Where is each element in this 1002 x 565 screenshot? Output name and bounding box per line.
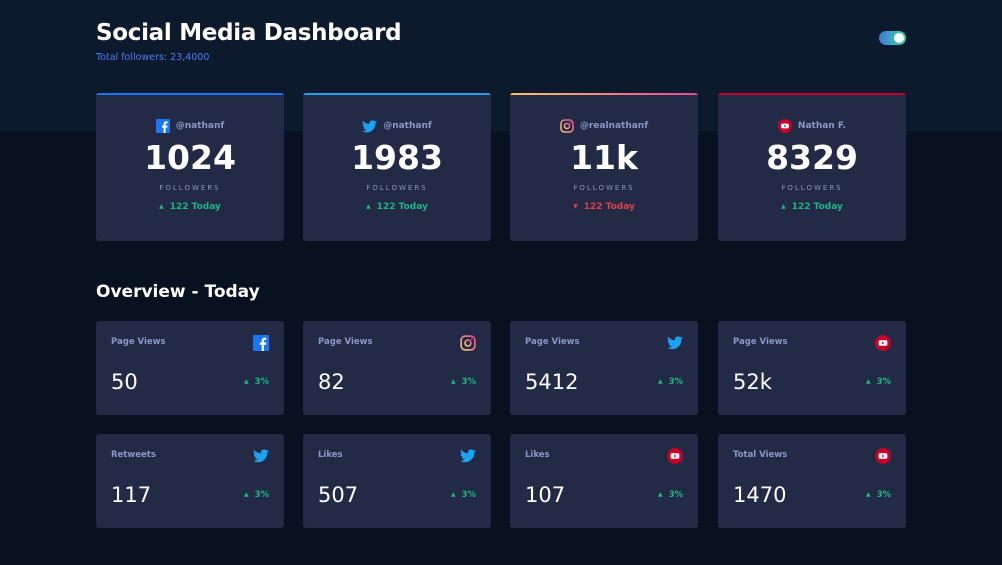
metric-value: 52k bbox=[733, 370, 772, 394]
metric-label: Likes bbox=[318, 450, 343, 460]
overview-card[interactable]: Page Views 5412 ▲ 3% bbox=[510, 321, 698, 415]
metric-value: 82 bbox=[318, 370, 345, 394]
follower-count: 8329 bbox=[766, 138, 858, 177]
follower-count: 1024 bbox=[144, 138, 236, 177]
metric-value: 507 bbox=[318, 483, 359, 507]
followers-card-instagram[interactable]: @realnathanf 11k FOLLOWERS ▼ 122 Today bbox=[510, 93, 698, 241]
metric-change: 3% bbox=[668, 377, 683, 387]
overview-card[interactable]: Page Views 52k ▲ 3% bbox=[718, 321, 906, 415]
arrow-up-icon: ▲ bbox=[865, 378, 871, 385]
metric-value: 5412 bbox=[525, 370, 579, 394]
metric-label: Page Views bbox=[111, 337, 166, 347]
page-title: Social Media Dashboard bbox=[96, 20, 402, 46]
follower-count: 11k bbox=[570, 138, 638, 177]
metric-value: 117 bbox=[111, 483, 152, 507]
followers-row: @nathanf 1024 FOLLOWERS ▲ 122 Today @nath… bbox=[96, 93, 906, 241]
youtube-icon bbox=[875, 335, 891, 351]
followers-label: FOLLOWERS bbox=[781, 184, 843, 192]
metric-value: 50 bbox=[111, 370, 138, 394]
metric-change: 3% bbox=[876, 377, 891, 387]
overview-card[interactable]: Retweets 117 ▲ 3% bbox=[96, 434, 284, 528]
metric-value: 107 bbox=[525, 483, 566, 507]
arrow-up-icon: ▲ bbox=[781, 203, 786, 210]
metric-change: 3% bbox=[254, 490, 269, 500]
card-accent-strip bbox=[718, 93, 906, 95]
overview-card[interactable]: Likes 107 ▲ 3% bbox=[510, 434, 698, 528]
arrow-up-icon: ▲ bbox=[243, 491, 249, 498]
arrow-up-icon: ▲ bbox=[243, 378, 249, 385]
youtube-icon bbox=[667, 448, 683, 464]
handle[interactable]: @nathanf bbox=[383, 121, 432, 131]
youtube-icon bbox=[777, 119, 792, 133]
metric-label: Likes bbox=[525, 450, 550, 460]
metric-label: Page Views bbox=[525, 337, 580, 347]
followers-card-facebook[interactable]: @nathanf 1024 FOLLOWERS ▲ 122 Today bbox=[96, 93, 284, 241]
overview-card[interactable]: Page Views 82 ▲ 3% bbox=[303, 321, 491, 415]
dark-mode-toggle[interactable] bbox=[879, 31, 906, 45]
instagram-icon bbox=[460, 335, 476, 351]
facebook-icon bbox=[253, 335, 269, 351]
twitter-icon bbox=[253, 448, 269, 464]
arrow-up-icon: ▲ bbox=[657, 491, 663, 498]
today-change: 122 Today bbox=[583, 202, 635, 212]
handle[interactable]: @nathanf bbox=[176, 121, 225, 131]
followers-card-youtube[interactable]: Nathan F. 8329 FOLLOWERS ▲ 122 Today bbox=[718, 93, 906, 241]
metric-change: 3% bbox=[461, 490, 476, 500]
metric-label: Retweets bbox=[111, 450, 156, 460]
twitter-icon bbox=[460, 448, 476, 464]
arrow-up-icon: ▲ bbox=[865, 491, 871, 498]
metric-change: 3% bbox=[254, 377, 269, 387]
metric-label: Page Views bbox=[733, 337, 788, 347]
metric-change: 3% bbox=[876, 490, 891, 500]
followers-card-twitter[interactable]: @nathanf 1983 FOLLOWERS ▲ 122 Today bbox=[303, 93, 491, 241]
overview-title: Overview - Today bbox=[96, 282, 260, 302]
arrow-down-icon: ▼ bbox=[573, 203, 578, 210]
metric-value: 1470 bbox=[733, 483, 787, 507]
metric-label: Page Views bbox=[318, 337, 373, 347]
toggle-knob bbox=[894, 33, 904, 43]
follower-count: 1983 bbox=[351, 138, 443, 177]
card-accent-strip bbox=[96, 93, 284, 95]
today-change: 122 Today bbox=[376, 202, 428, 212]
twitter-icon bbox=[362, 119, 378, 133]
metric-label: Total Views bbox=[733, 450, 788, 460]
handle[interactable]: Nathan F. bbox=[798, 121, 846, 131]
handle[interactable]: @realnathanf bbox=[580, 121, 648, 131]
metric-change: 3% bbox=[461, 377, 476, 387]
overview-card[interactable]: Page Views 50 ▲ 3% bbox=[96, 321, 284, 415]
youtube-icon bbox=[875, 448, 891, 464]
followers-label: FOLLOWERS bbox=[366, 184, 428, 192]
card-accent-strip bbox=[303, 93, 491, 95]
total-followers: Total followers: 23,4000 bbox=[96, 52, 210, 63]
metric-change: 3% bbox=[668, 490, 683, 500]
instagram-icon bbox=[560, 119, 574, 133]
followers-label: FOLLOWERS bbox=[159, 184, 221, 192]
today-change: 122 Today bbox=[791, 202, 843, 212]
overview-card[interactable]: Likes 507 ▲ 3% bbox=[303, 434, 491, 528]
arrow-up-icon: ▲ bbox=[657, 378, 663, 385]
card-accent-strip bbox=[510, 93, 698, 95]
twitter-icon bbox=[667, 335, 683, 351]
overview-card[interactable]: Total Views 1470 ▲ 3% bbox=[718, 434, 906, 528]
arrow-up-icon: ▲ bbox=[366, 203, 371, 210]
header: Social Media Dashboard Total followers: … bbox=[96, 20, 906, 80]
followers-label: FOLLOWERS bbox=[573, 184, 635, 192]
today-change: 122 Today bbox=[169, 202, 221, 212]
arrow-up-icon: ▲ bbox=[450, 378, 456, 385]
arrow-up-icon: ▲ bbox=[450, 491, 456, 498]
facebook-icon bbox=[155, 119, 170, 133]
arrow-up-icon: ▲ bbox=[159, 203, 164, 210]
overview-grid: Page Views 50 ▲ 3% Page Views 82 ▲ 3% Page… bbox=[96, 321, 906, 528]
